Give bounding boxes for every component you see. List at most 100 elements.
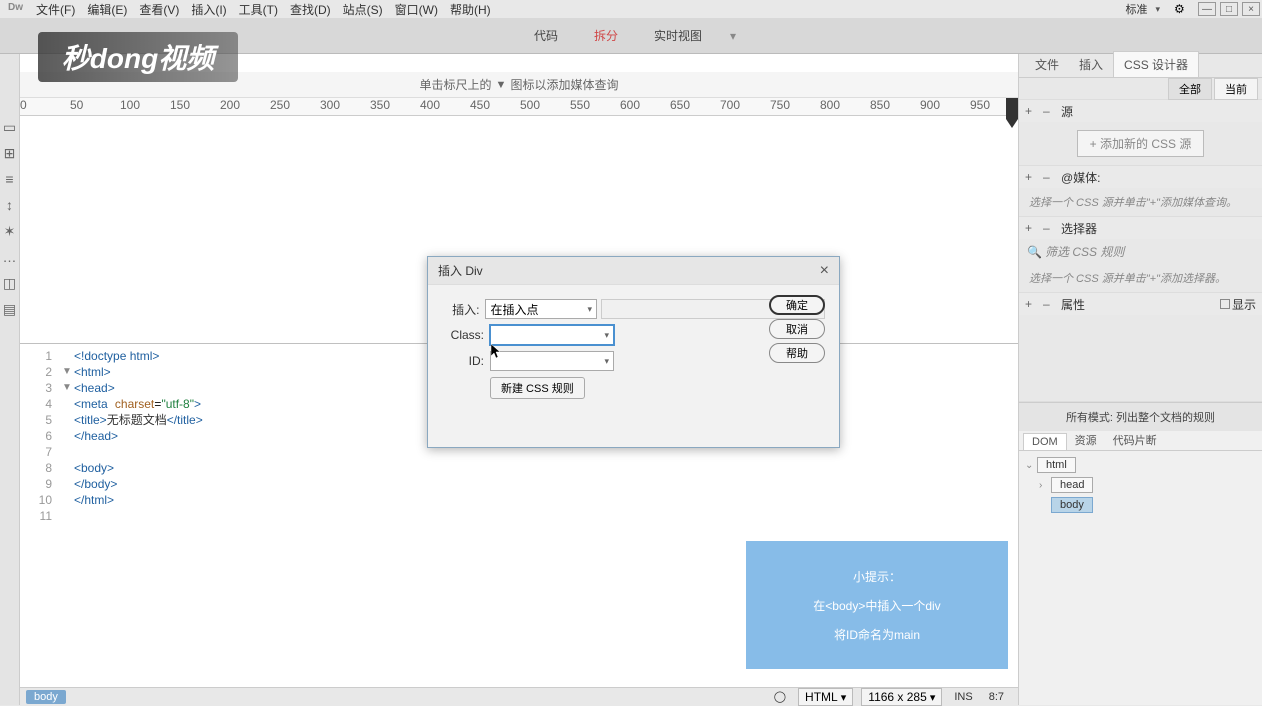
line-number: 9 (20, 476, 60, 492)
dimensions-select[interactable]: 1166 x 285 ▾ (861, 688, 942, 706)
code-text[interactable]: </body> (74, 476, 117, 492)
plus-icon[interactable]: + (1025, 170, 1039, 184)
search-placeholder[interactable]: 筛选 CSS 规则 (1045, 243, 1124, 260)
code-text[interactable]: <html> (74, 364, 111, 380)
minimize-button[interactable]: — (1198, 2, 1216, 16)
expand-icon[interactable]: › (1039, 480, 1051, 491)
tool-icon[interactable]: ✶ (1, 220, 19, 242)
tab-live[interactable]: 实时视图 (646, 23, 710, 48)
maximize-button[interactable]: □ (1220, 2, 1238, 16)
expand-icon[interactable]: ⌄ (1025, 460, 1037, 471)
tab-files[interactable]: 文件 (1025, 52, 1069, 77)
menu-find[interactable]: 查找(D) (284, 1, 337, 18)
scope-current[interactable]: 当前 (1214, 78, 1258, 100)
dom-node[interactable]: ›head (1025, 475, 1256, 495)
code-line[interactable]: 9 </body> (20, 476, 1018, 492)
tool-icon[interactable]: ▭ (1, 116, 19, 138)
cancel-button[interactable]: 取消 (769, 319, 825, 339)
tool-icon[interactable]: ≡ (1, 168, 19, 190)
menu-site[interactable]: 站点(S) (337, 1, 389, 18)
fold-icon[interactable] (60, 476, 74, 492)
code-line[interactable]: 11 (20, 508, 1018, 524)
menu-edit[interactable]: 编辑(E) (81, 1, 133, 18)
class-input[interactable]: ▾ (490, 325, 614, 345)
dom-tag[interactable]: head (1051, 477, 1093, 493)
dom-node[interactable]: ⌄html (1025, 455, 1256, 475)
breadcrumb[interactable]: body (26, 690, 66, 704)
menu-window[interactable]: 窗口(W) (389, 1, 444, 18)
minus-icon[interactable]: – (1043, 170, 1057, 184)
tab-split[interactable]: 拆分 (586, 23, 626, 48)
minus-icon[interactable]: – (1043, 221, 1057, 235)
tool-icon[interactable]: … (1, 246, 19, 268)
code-text[interactable]: </head> (74, 428, 118, 444)
plus-icon[interactable]: + (1025, 104, 1039, 118)
chevron-down-icon[interactable]: ▾ (730, 29, 736, 43)
viewport-marker-icon[interactable] (1006, 98, 1018, 128)
tab-dom[interactable]: DOM (1023, 433, 1067, 450)
code-text[interactable]: <head> (74, 380, 115, 396)
fold-icon[interactable] (60, 428, 74, 444)
dom-node[interactable]: body (1025, 495, 1256, 515)
dom-tag[interactable]: body (1051, 497, 1093, 513)
menu-tools[interactable]: 工具(T) (233, 1, 284, 18)
close-button[interactable]: × (1242, 2, 1260, 16)
tab-assets[interactable]: 资源 (1067, 430, 1105, 450)
fold-icon[interactable] (60, 348, 74, 364)
fold-icon[interactable] (60, 396, 74, 412)
ruler-mark: 450 (470, 98, 490, 112)
tab-code[interactable]: 代码 (526, 23, 566, 48)
line-number: 1 (20, 348, 60, 364)
ok-button[interactable]: 确定 (769, 295, 825, 315)
workspace-switcher[interactable]: 标准 (1125, 1, 1147, 17)
code-text[interactable]: <!doctype html> (74, 348, 159, 364)
dom-tag[interactable]: html (1037, 457, 1076, 473)
minus-icon[interactable]: – (1043, 297, 1057, 311)
hint-line: 将ID命名为main (834, 626, 920, 643)
fold-icon[interactable]: ▼ (60, 364, 74, 380)
plus-icon[interactable]: + (1025, 297, 1039, 311)
tab-insert[interactable]: 插入 (1069, 52, 1113, 77)
code-line[interactable]: 8 <body> (20, 460, 1018, 476)
fold-icon[interactable] (60, 412, 74, 428)
section-title: 源 (1061, 103, 1073, 120)
new-css-rule-button[interactable]: 新建 CSS 规则 (490, 377, 585, 399)
tab-css-designer[interactable]: CSS 设计器 (1113, 51, 1199, 77)
add-css-source-button[interactable]: + 添加新的 CSS 源 (1077, 130, 1205, 157)
horizontal-ruler[interactable]: 0501001502002503003504004505005506006507… (20, 98, 1018, 116)
tool-icon[interactable]: ⊞ (1, 142, 19, 164)
insert-position-select[interactable]: 在插入点▾ (485, 299, 597, 319)
help-button[interactable]: 帮助 (769, 343, 825, 363)
menu-view[interactable]: 查看(V) (133, 1, 185, 18)
tool-icon[interactable]: ▤ (1, 298, 19, 320)
tool-icon[interactable]: ↕ (1, 194, 19, 216)
gear-icon[interactable]: ⚙ (1174, 2, 1188, 16)
menu-file[interactable]: 文件(F) (30, 1, 81, 18)
chevron-down-icon[interactable]: ▾ (1151, 4, 1164, 15)
menu-insert[interactable]: 插入(I) (185, 1, 232, 18)
close-icon[interactable]: × (820, 262, 829, 280)
plus-icon[interactable]: + (1025, 221, 1039, 235)
code-text[interactable]: </html> (74, 492, 114, 508)
dialog-title: 插入 Div (438, 262, 483, 279)
checkbox[interactable] (1220, 299, 1230, 309)
code-text[interactable]: <body> (74, 460, 114, 476)
minus-icon[interactable]: – (1043, 104, 1057, 118)
ruler-mark: 750 (770, 98, 790, 112)
css-scope-tabs: 全部 当前 (1019, 78, 1262, 100)
fold-icon[interactable] (60, 444, 74, 460)
menu-help[interactable]: 帮助(H) (444, 1, 497, 18)
tab-snippets[interactable]: 代码片断 (1105, 430, 1165, 450)
line-number: 8 (20, 460, 60, 476)
fold-icon[interactable] (60, 460, 74, 476)
fold-icon[interactable]: ▼ (60, 380, 74, 396)
code-text[interactable]: <meta charset="utf-8"> (74, 396, 201, 412)
fold-icon[interactable] (60, 508, 74, 524)
id-input[interactable]: ▾ (490, 351, 614, 371)
code-line[interactable]: 10</html> (20, 492, 1018, 508)
fold-icon[interactable] (60, 492, 74, 508)
tool-icon[interactable]: ◫ (1, 272, 19, 294)
scope-all[interactable]: 全部 (1168, 78, 1212, 100)
code-text[interactable]: <title>无标题文档</title> (74, 412, 203, 428)
doctype-select[interactable]: HTML ▾ (798, 688, 853, 706)
